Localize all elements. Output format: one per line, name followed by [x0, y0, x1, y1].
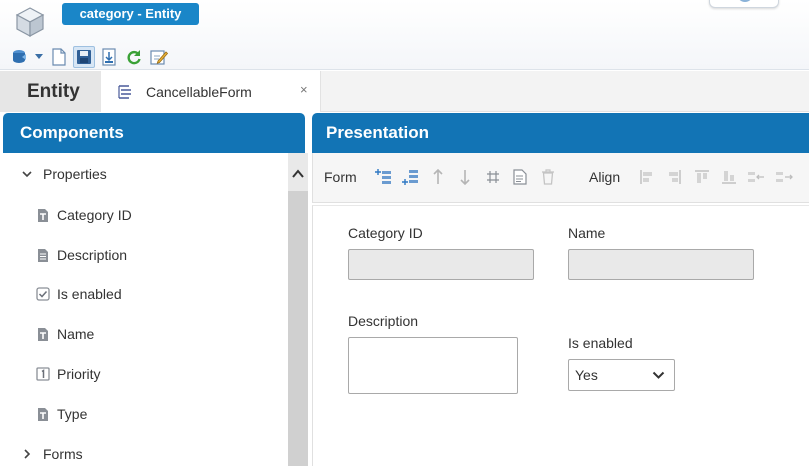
category-id-label: Category ID [348, 225, 423, 241]
distribute-horizontal-icon[interactable] [747, 168, 765, 186]
tree-item-name[interactable]: Name [36, 323, 94, 345]
save-icon[interactable] [73, 46, 95, 68]
close-icon[interactable]: × [300, 82, 308, 97]
main-toolbar [8, 45, 170, 69]
delete-icon[interactable] [539, 168, 557, 186]
is-enabled-select[interactable]: Yes [568, 359, 675, 391]
checkbox-field-icon [36, 286, 50, 302]
chevron-down-icon [652, 371, 665, 379]
tree-item-type[interactable]: Type [36, 403, 87, 425]
tab-entity[interactable]: Entity [0, 71, 101, 112]
help-tab[interactable] [709, 0, 779, 8]
tree-item-label: Name [57, 326, 95, 342]
tree-node-label: Properties [43, 166, 107, 182]
new-document-icon[interactable] [48, 46, 70, 68]
grid-icon[interactable] [484, 168, 502, 186]
name-field[interactable] [568, 249, 754, 280]
select-value: Yes [575, 367, 598, 383]
tree-item-priority[interactable]: Priority [36, 363, 101, 385]
tree-item-description[interactable]: Description [36, 244, 127, 266]
name-label: Name [568, 225, 606, 241]
form-icon [118, 85, 131, 99]
form-toolbar-label: Form [324, 169, 357, 185]
category-id-field[interactable] [348, 249, 534, 280]
export-icon[interactable] [98, 46, 120, 68]
form-canvas: Category ID Name Description Is enabled … [312, 205, 809, 466]
tree-item-label: Priority [57, 366, 101, 382]
tree-node-forms[interactable]: Forms [21, 443, 83, 465]
tree-node-label: Forms [43, 446, 83, 462]
components-scrollbar[interactable] [288, 153, 308, 466]
tree-item-category-id[interactable]: Category ID [36, 204, 132, 226]
entity-cube-icon [15, 7, 45, 38]
components-title: Components [3, 113, 305, 153]
number-field-icon [36, 366, 50, 382]
text-field-icon [36, 207, 50, 223]
text-field-icon [36, 326, 50, 342]
align-left-icon[interactable] [638, 168, 656, 186]
tree-node-properties[interactable]: Properties [21, 163, 107, 185]
scroll-up-icon[interactable] [291, 167, 305, 181]
scrollbar-thumb[interactable] [288, 191, 308, 466]
description-field[interactable] [348, 337, 518, 394]
move-up-icon[interactable] [429, 168, 447, 186]
distribute-vertical-icon[interactable] [775, 168, 793, 186]
align-bottom-icon[interactable] [720, 168, 738, 186]
database-icon[interactable] [8, 46, 30, 68]
components-panel: Components Properties Category ID Descri… [3, 113, 308, 466]
align-right-icon[interactable] [665, 168, 683, 186]
presentation-title: Presentation [312, 113, 809, 153]
tree-item-label: Category ID [57, 207, 132, 223]
is-enabled-label: Is enabled [568, 335, 633, 351]
help-icon[interactable] [737, 0, 753, 2]
tree-item-label: Is enabled [57, 286, 122, 302]
chevron-down-icon[interactable] [33, 46, 45, 68]
tree-item-label: Type [57, 406, 88, 422]
description-label: Description [348, 313, 419, 329]
tree-item-is-enabled[interactable]: Is enabled [36, 283, 122, 305]
align-top-icon[interactable] [693, 168, 711, 186]
tab-cancellable-form[interactable]: CancellableForm × [101, 71, 321, 112]
presentation-panel: Presentation Form Align Category ID Name… [312, 113, 809, 466]
move-down-icon[interactable] [456, 168, 474, 186]
document-field-icon [36, 247, 50, 263]
chevron-right-icon[interactable] [21, 448, 33, 460]
tab-strip: Entity CancellableForm × [0, 71, 809, 112]
chevron-down-icon[interactable] [21, 168, 33, 180]
refresh-icon[interactable] [123, 46, 145, 68]
add-row-below-icon[interactable] [401, 168, 419, 186]
edit-icon[interactable] [148, 46, 170, 68]
presentation-toolbar: Form Align [312, 153, 809, 203]
add-row-above-icon[interactable] [374, 168, 392, 186]
tab-label: CancellableForm [146, 84, 252, 100]
window-title: category - Entity [62, 3, 199, 25]
app-header: category - Entity [0, 0, 809, 70]
tree-item-label: Description [57, 247, 128, 263]
properties-icon[interactable] [511, 168, 529, 186]
text-field-icon [36, 406, 50, 422]
align-toolbar-label: Align [589, 169, 621, 185]
